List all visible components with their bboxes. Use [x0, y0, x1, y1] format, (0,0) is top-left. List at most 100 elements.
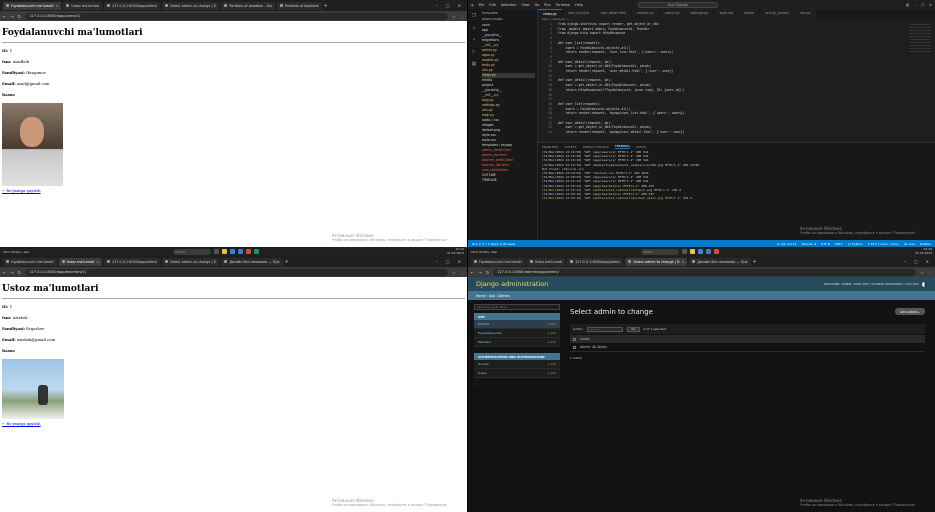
browser-tab[interactable]: Portfolio of Asadbek - Sol [221, 1, 275, 10]
search-icon[interactable]: ⌕ [473, 25, 476, 31]
close-tab-icon[interactable]: × [96, 260, 99, 264]
back-to-list-link[interactable]: ← Ro'yxatga qaytish [2, 421, 41, 426]
browser-tab[interactable]: Ustoz ma'lumoti [526, 257, 566, 266]
status-item[interactable]: 3.12.0 ('venv': venv) [868, 242, 899, 246]
editor-tab[interactable]: user_detail.html [595, 9, 632, 17]
sidebar-item-admins[interactable]: Admins + Add [474, 320, 560, 329]
browser-tab[interactable]: 127.0.0.1:8000/app/admin [567, 257, 624, 266]
browser-tab[interactable]: 127.0.0.1:8000/app/admin [103, 257, 161, 266]
status-item[interactable]: CRLF [835, 242, 843, 246]
menu-kebab-icon[interactable]: ⋮ [928, 270, 932, 275]
status-item[interactable]: Spaces: 4 [802, 242, 817, 246]
browser-tab[interactable]: Foydalanuvchi ma'lumotl [3, 257, 57, 266]
code-editor[interactable]: 1 from django.shortcuts import render, ge… [538, 22, 935, 142]
close-tab-icon[interactable]: × [681, 260, 684, 264]
panel-tab-ports[interactable]: PORTS [636, 145, 646, 149]
panel-tab-debug-console[interactable]: DEBUG CONSOLE [583, 145, 609, 149]
browser-tab[interactable]: Select admin to change | D [162, 1, 220, 10]
forward-icon[interactable]: → [10, 270, 13, 275]
minimize-icon[interactable]: – [436, 3, 438, 8]
close-window-icon[interactable]: ✕ [926, 259, 929, 264]
editor-tab[interactable]: models.py [632, 9, 659, 17]
menu-kebab-icon[interactable]: ⋮ [460, 270, 464, 275]
chrome-icon[interactable] [245, 249, 251, 254]
panel-tab-output[interactable]: OUTPUT [564, 145, 576, 149]
weather-widget[interactable]: 18°C Mostly clear [3, 250, 30, 254]
browser-tab[interactable]: Foydalanuvchi ma'lumotl [471, 257, 525, 266]
status-left[interactable]: ⊗ 0 ⚠ 0 ⚡ 0 Open in Browser [472, 242, 516, 246]
sidebar-item-foydalanuvchis[interactable]: Foydalanuvchis + Add [474, 329, 560, 338]
editor-tab[interactable]: admin.py [659, 9, 685, 17]
weather-widget[interactable]: 18°C Mostly clear [471, 250, 498, 254]
breadcrumbs[interactable]: Home › App › Admins [468, 291, 935, 300]
action-select[interactable]: --------- [587, 326, 624, 332]
source-control-icon[interactable]: ⑂ [472, 37, 475, 43]
maximize-icon[interactable]: ▢ [921, 3, 924, 7]
new-tab-icon[interactable]: + [753, 259, 757, 265]
forward-icon[interactable]: → [478, 270, 481, 275]
menu-terminal[interactable]: Terminal [556, 3, 570, 7]
bookmark-star-icon[interactable]: ☆ [452, 14, 456, 19]
editor-tab[interactable]: settings.py [685, 9, 714, 17]
panel-tab-terminal[interactable]: TERMINAL [614, 144, 631, 149]
chrome-icon[interactable] [713, 249, 719, 254]
minimize-icon[interactable]: – [904, 259, 906, 264]
add-link[interactable]: + Add [547, 331, 556, 335]
bookmark-star-icon[interactable]: ☆ [920, 270, 924, 275]
forward-icon[interactable]: → [10, 14, 13, 19]
menu-kebab-icon[interactable]: ⋮ [460, 14, 464, 19]
add-link[interactable]: + Add [547, 322, 556, 326]
editor-tab[interactable]: urls.py [794, 9, 816, 17]
back-icon[interactable]: ← [471, 270, 474, 275]
system-clock[interactable]: 15:29 31.03.2024 [447, 247, 464, 255]
browser-tab[interactable]: Дизайн без названия — Пре [689, 257, 751, 266]
vscode-icon[interactable] [705, 249, 711, 254]
add-link[interactable]: + Add [547, 362, 556, 366]
browser-tab[interactable]: Ustoz ma'lumoti × [58, 257, 102, 266]
edge-icon[interactable] [697, 249, 703, 254]
run-debug-icon[interactable]: ▷ [472, 49, 476, 55]
status-item[interactable]: Prettier [920, 242, 931, 246]
auth-caption[interactable]: AUTHENTICATION AND AUTHORIZATION [474, 353, 560, 360]
browser-tab[interactable]: Ustoz ma'lumoti [63, 1, 102, 10]
browser-tab[interactable]: Select admin to change | D × [625, 257, 688, 266]
status-item[interactable]: Ln 18, Col 11 [777, 242, 797, 246]
theme-toggle-icon[interactable] [922, 281, 927, 287]
close-window-icon[interactable]: ✕ [929, 3, 932, 7]
command-center[interactable]: Kurs Django [637, 1, 718, 8]
edge-icon[interactable] [229, 249, 235, 254]
go-button[interactable]: Go [627, 326, 640, 332]
maximize-icon[interactable]: ▢ [446, 3, 450, 8]
maximize-icon[interactable]: ▢ [446, 259, 450, 264]
url-field[interactable]: 127.0.0.1:8000/admin/app/admin/ [493, 268, 917, 276]
editor-tab[interactable]: views.py [538, 9, 562, 17]
menu-help[interactable]: Help [575, 3, 583, 7]
sidebar-item-teachers[interactable]: Teachers + Add [474, 338, 560, 347]
layout-icon[interactable]: ▥ [906, 3, 909, 7]
minimap[interactable] [909, 24, 931, 52]
back-icon[interactable]: ← [3, 14, 6, 19]
terminal-output[interactable]: [31/Mar/2024 13:18:56] "GET /app/users/1… [538, 150, 935, 200]
reload-icon[interactable]: ↻ [18, 270, 21, 275]
app-icon[interactable] [253, 249, 259, 254]
row-checkbox[interactable] [573, 345, 576, 349]
file-explorer-icon[interactable] [221, 249, 227, 254]
add-admin-button[interactable]: ADD ADMIN + [895, 308, 925, 315]
new-tab-icon[interactable]: + [324, 3, 328, 9]
add-link[interactable]: + Add [547, 371, 556, 375]
back-to-list-link[interactable]: ← Ro'yxatga qaytish [2, 188, 41, 193]
url-field[interactable]: 127.0.0.1:8000/app/teachers/1/ [25, 268, 449, 276]
file-explorer-icon[interactable] [689, 249, 695, 254]
status-item[interactable]: UTF-8 [821, 242, 830, 246]
taskbar-search[interactable]: Поиск [640, 248, 679, 255]
editor-tab[interactable]: user_list.html [562, 9, 595, 17]
task-view-icon[interactable] [681, 249, 687, 254]
editor-tab[interactable]: urls.py_project [760, 9, 794, 17]
row-link[interactable]: Admin: Ali Aliyev [580, 345, 607, 349]
browser-tab[interactable]: Select admin to change | D [162, 257, 220, 266]
reload-icon[interactable]: ↻ [18, 14, 21, 19]
status-item[interactable]: {} Python [847, 242, 862, 246]
menu-file[interactable]: File [479, 3, 485, 7]
nav-filter-input[interactable]: Start typing to filter... [474, 304, 560, 310]
maximize-icon[interactable]: ▢ [914, 259, 918, 264]
